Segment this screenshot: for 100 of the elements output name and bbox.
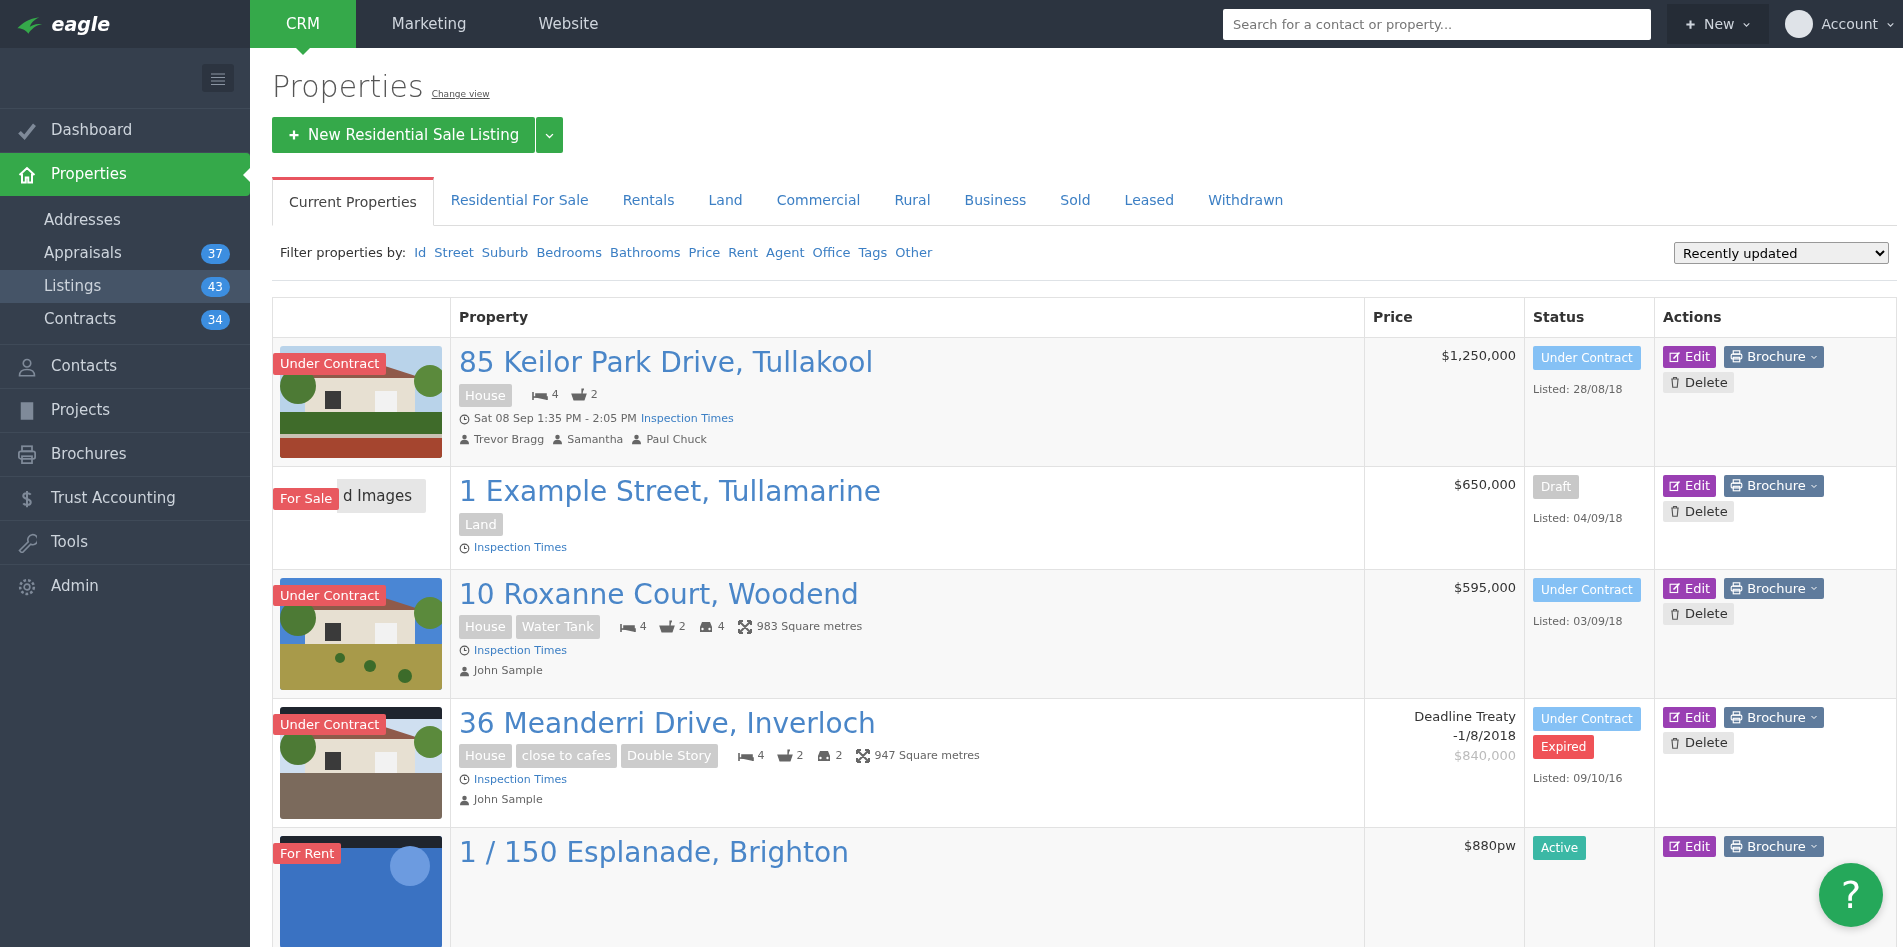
new-button[interactable]: New <box>1666 4 1770 44</box>
edit-icon <box>1669 350 1681 363</box>
filter-link[interactable]: Office <box>812 243 851 263</box>
tab[interactable]: Residential For Sale <box>433 177 606 226</box>
nav-tab[interactable]: Marketing <box>355 0 503 48</box>
tab[interactable]: Business <box>947 177 1044 226</box>
sidebar-item[interactable]: Tools <box>0 520 250 564</box>
inspection-link[interactable]: Inspection Times <box>474 540 567 557</box>
edit-button[interactable]: Edit <box>1663 475 1717 497</box>
feature-value: 2 <box>678 618 686 635</box>
sidebar-item[interactable]: Admin <box>0 564 250 608</box>
feature-value: 983 Square metres <box>756 618 863 635</box>
listed-date: Listed: 03/09/18 <box>1533 613 1624 630</box>
inspection-link[interactable]: Inspection Times <box>474 642 567 660</box>
filter-link[interactable]: Bathrooms <box>609 243 681 263</box>
sidebar-item[interactable]: Properties <box>0 152 250 196</box>
filter-link[interactable]: Bedrooms <box>536 243 602 263</box>
inspection-link[interactable]: Inspection Times <box>640 411 734 428</box>
change-view-link[interactable]: Change view <box>431 87 490 101</box>
status-badge: Under Contract <box>1533 346 1641 370</box>
search-field[interactable]: Search for a contact or property... <box>1222 8 1651 40</box>
bathtub-icon <box>658 618 675 635</box>
edit-button[interactable]: Edit <box>1663 835 1717 858</box>
column-header: Property <box>450 297 1365 338</box>
upload-images-button[interactable]: d Images <box>337 479 427 513</box>
property-address[interactable]: 10 Roxanne Court, Woodend <box>459 577 1356 612</box>
filter-link[interactable]: Suburb <box>481 243 529 263</box>
printer-icon <box>1730 581 1744 595</box>
settings-icon <box>17 576 37 597</box>
clock-icon <box>459 542 470 554</box>
tab[interactable]: Withdrawn <box>1191 177 1301 226</box>
listed-date: Listed: 09/10/16 <box>1533 770 1624 787</box>
sidebar-subitem[interactable]: Appraisals 37 <box>0 237 250 270</box>
person-icon <box>459 434 470 446</box>
tab[interactable]: Current Properties <box>272 177 434 226</box>
edit-button[interactable]: Edit <box>1663 346 1717 368</box>
edit-icon <box>1669 840 1681 853</box>
person-icon <box>459 794 470 806</box>
delete-button[interactable]: Delete <box>1663 500 1734 522</box>
filter-link[interactable]: Tags <box>858 243 888 263</box>
filter-link[interactable]: Agent <box>766 243 805 263</box>
price-text: $880pw <box>1463 836 1516 855</box>
brochure-button[interactable]: Brochure <box>1724 475 1824 497</box>
listing-label: Under Contract <box>273 584 387 607</box>
delete-button[interactable]: Delete <box>1663 371 1734 393</box>
sidebar-item[interactable]: Projects <box>0 388 250 432</box>
sidebar-subitem[interactable]: Listings 43 <box>0 270 250 303</box>
brochure-button[interactable]: Brochure <box>1724 835 1824 858</box>
edit-icon <box>1669 582 1681 595</box>
status-badge: Under Contract <box>1533 706 1641 731</box>
filter-link[interactable]: Rent <box>728 243 759 263</box>
filter-link[interactable]: Street <box>434 243 474 263</box>
agent-name: John Sample <box>474 663 543 680</box>
home-icon <box>17 164 37 185</box>
delete-button[interactable]: Delete <box>1663 603 1734 625</box>
account-menu[interactable]: Account <box>1785 10 1903 38</box>
brochure-button[interactable]: Brochure <box>1724 346 1824 368</box>
bathtub-icon <box>776 747 793 764</box>
agent-name: Trevor Bragg <box>474 431 545 448</box>
tab[interactable]: Sold <box>1043 177 1108 226</box>
property-address[interactable]: 85 Keilor Park Drive, Tullakool <box>459 346 1356 380</box>
nav-tab[interactable]: Website <box>502 0 635 48</box>
dropdown-button[interactable] <box>536 117 564 153</box>
edit-button[interactable]: Edit <box>1663 706 1717 729</box>
printer-icon <box>1730 710 1744 724</box>
sort-select[interactable]: Recently updated <box>1674 242 1889 264</box>
expand-icon <box>854 747 871 764</box>
expand-icon <box>736 618 753 635</box>
status-badge: Expired <box>1533 734 1595 759</box>
filter-link[interactable]: Price <box>688 243 721 263</box>
printer-icon <box>1730 350 1744 364</box>
edit-button[interactable]: Edit <box>1663 577 1717 600</box>
listing-label: Under Contract <box>273 713 387 736</box>
new-listing-button[interactable]: New Residential Sale Listing <box>272 117 536 153</box>
delete-button[interactable]: Delete <box>1663 732 1734 754</box>
caret-icon <box>1809 584 1818 593</box>
brochure-button[interactable]: Brochure <box>1724 706 1824 729</box>
tab[interactable]: Rentals <box>605 177 692 226</box>
sidebar-subitem[interactable]: Contracts 34 <box>0 303 250 336</box>
person-icon <box>631 434 643 446</box>
sidebar-item[interactable]: Brochures <box>0 432 250 476</box>
sidebar-item[interactable]: Contacts <box>0 344 250 388</box>
sidebar-item[interactable]: Trust Accounting <box>0 476 250 520</box>
tab[interactable]: Land <box>691 177 760 226</box>
filter-link[interactable]: Other <box>895 243 933 263</box>
feature-value: 2 <box>796 747 804 764</box>
brochure-button[interactable]: Brochure <box>1724 577 1824 600</box>
menu-button[interactable] <box>202 64 234 92</box>
tab[interactable]: Rural <box>877 177 948 226</box>
sidebar-subitem[interactable]: Addresses <box>0 204 250 237</box>
tab[interactable]: Leased <box>1107 177 1192 226</box>
inspection-link[interactable]: Inspection Times <box>474 771 567 789</box>
plus-icon <box>288 129 300 141</box>
edit-icon <box>1669 711 1681 724</box>
property-address[interactable]: 36 Meanderri Drive, Inverloch <box>459 706 1356 741</box>
filter-link[interactable]: Id <box>414 243 427 263</box>
count-badge: 37 <box>200 243 230 264</box>
listing-label: For Rent <box>273 842 342 865</box>
tab[interactable]: Commercial <box>759 177 878 226</box>
property-address[interactable]: 1 Example Street, Tullamarine <box>459 475 1356 509</box>
